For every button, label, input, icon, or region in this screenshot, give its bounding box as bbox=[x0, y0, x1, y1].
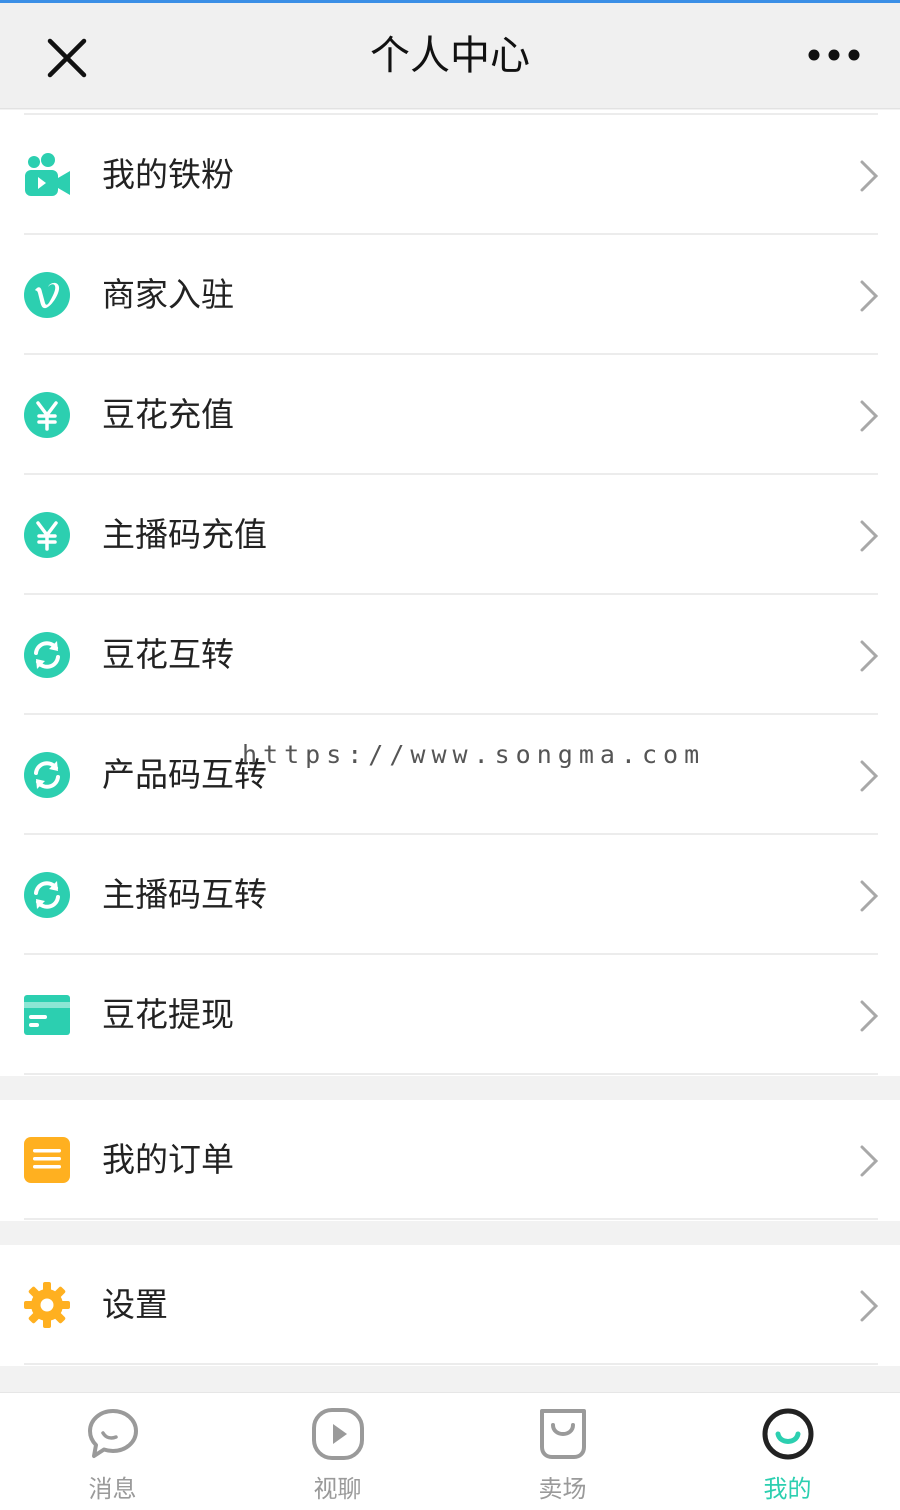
tab-label: 我的 bbox=[763, 1475, 812, 1503]
tab-label: 卖场 bbox=[538, 1475, 587, 1503]
refresh-icon bbox=[24, 752, 70, 798]
menu-item-label: 主播码充值 bbox=[102, 515, 267, 554]
tab-messages[interactable]: 消息 bbox=[0, 1393, 225, 1510]
chevron-right-icon bbox=[860, 640, 879, 672]
fans-camera-icon bbox=[25, 153, 70, 196]
menu-item-label: 我的订单 bbox=[102, 1140, 234, 1179]
bottom-tab-bar: 消息 视聊 卖场 我的 bbox=[0, 1392, 900, 1510]
menu-item-tiefen[interactable]: 我的铁粉 bbox=[0, 115, 900, 235]
divider bbox=[24, 1073, 878, 1075]
refresh-icon bbox=[24, 632, 70, 678]
page-title: 个人中心 bbox=[370, 33, 530, 79]
yen-icon bbox=[24, 512, 70, 558]
smile-circle-icon bbox=[762, 1408, 814, 1460]
menu-item-douhua-withdraw[interactable]: 豆花提现 bbox=[0, 955, 900, 1075]
menu-item-anchor-code-transfer[interactable]: 主播码互转 bbox=[0, 835, 900, 955]
menu-item-anchor-code-recharge[interactable]: 主播码充值 bbox=[0, 475, 900, 595]
menu-item-orders[interactable]: 我的订单 bbox=[0, 1100, 900, 1220]
chevron-right-icon bbox=[860, 400, 879, 432]
menu-item-douhua-transfer[interactable]: 豆花互转 bbox=[0, 595, 900, 715]
menu-group-wallet: 我的铁粉 商家入驻 豆花充值 主播码充值 豆花互转 产品码互转 主播码互转 豆花… bbox=[0, 110, 900, 1076]
chevron-right-icon bbox=[860, 1290, 879, 1322]
chevron-right-icon bbox=[860, 280, 879, 312]
tab-label: 消息 bbox=[88, 1475, 137, 1503]
menu-item-label: 我的铁粉 bbox=[102, 155, 234, 194]
menu-item-label: 主播码互转 bbox=[102, 875, 267, 914]
tab-video-chat[interactable]: 视聊 bbox=[225, 1393, 450, 1510]
menu-item-douhua-recharge[interactable]: 豆花充值 bbox=[0, 355, 900, 475]
list-icon bbox=[24, 1137, 70, 1183]
chevron-right-icon bbox=[860, 1000, 879, 1032]
chevron-right-icon bbox=[860, 760, 879, 792]
chevron-right-icon bbox=[860, 880, 879, 912]
divider bbox=[24, 1363, 878, 1365]
menu-item-label: 豆花充值 bbox=[102, 395, 234, 434]
chevron-right-icon bbox=[860, 1145, 879, 1177]
menu-item-settings[interactable]: 设置 bbox=[0, 1245, 900, 1365]
divider bbox=[24, 1218, 878, 1220]
menu-item-merchant[interactable]: 商家入驻 bbox=[0, 235, 900, 355]
shopping-bag-icon bbox=[540, 1409, 586, 1459]
chat-bubble-icon bbox=[88, 1409, 138, 1458]
card-icon bbox=[24, 995, 70, 1035]
menu-item-label: 商家入驻 bbox=[102, 275, 234, 314]
gear-icon bbox=[24, 1282, 70, 1328]
header-bar: 个人中心 bbox=[0, 3, 900, 109]
tab-mine[interactable]: 我的 bbox=[675, 1393, 900, 1510]
menu-item-label: 豆花提现 bbox=[102, 995, 234, 1034]
tab-label: 视聊 bbox=[313, 1475, 362, 1503]
tab-marketplace[interactable]: 卖场 bbox=[450, 1393, 675, 1510]
menu-group-orders: 我的订单 bbox=[0, 1100, 900, 1221]
watermark-text: https://www.songma.com bbox=[242, 740, 706, 769]
chevron-right-icon bbox=[860, 520, 879, 552]
vimeo-v-icon bbox=[24, 272, 70, 318]
menu-item-label: 豆花互转 bbox=[102, 635, 234, 674]
yen-icon bbox=[24, 392, 70, 438]
refresh-icon bbox=[24, 872, 70, 918]
more-dots-icon[interactable] bbox=[806, 47, 862, 63]
menu-group-settings: 设置 bbox=[0, 1245, 900, 1366]
play-circle-icon bbox=[312, 1408, 364, 1460]
menu-item-product-code-transfer[interactable]: 产品码互转 bbox=[0, 715, 900, 835]
menu-item-label: 设置 bbox=[102, 1285, 168, 1324]
chevron-right-icon bbox=[860, 160, 879, 192]
